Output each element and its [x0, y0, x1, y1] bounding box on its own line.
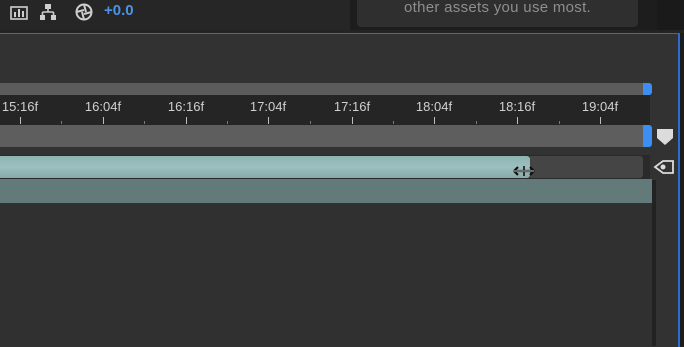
ruler-tick-label: 18:04f: [415, 99, 453, 114]
work-area-bar[interactable]: [0, 125, 644, 147]
ruler-tick-label: 16:04f: [84, 99, 122, 114]
hint-panel: other assets you use most.: [357, 0, 638, 27]
ruler-tick: [20, 117, 21, 124]
trim-cursor-icon: [513, 166, 535, 176]
work-area-end-handle[interactable]: [643, 125, 652, 147]
ruler-minor-tick: [476, 121, 477, 124]
ruler-tick-label: 17:04f: [249, 99, 287, 114]
time-navigator-end-handle[interactable]: [643, 83, 652, 95]
ruler-minor-tick: [227, 121, 228, 124]
ruler-tick-label: 16:16f: [167, 99, 205, 114]
toolbar-button-group: +0.0: [0, 0, 350, 30]
panel-edge: [680, 33, 684, 346]
ruler-minor-tick: [144, 121, 145, 124]
ruler-minor-tick: [310, 121, 311, 124]
motion-blur-icon[interactable]: [75, 3, 93, 21]
hierarchy-icon[interactable]: [39, 3, 57, 21]
ruler-minor-tick: [559, 121, 560, 124]
layer-row-selected[interactable]: [0, 179, 652, 203]
panel-divider: [652, 180, 656, 346]
current-time-indicator-icon[interactable]: [655, 128, 675, 146]
ruler-minor-tick: [393, 121, 394, 124]
panel-scroll-strip: [657, 0, 684, 30]
ruler-tick: [434, 117, 435, 124]
ruler-tick: [186, 117, 187, 124]
ruler-tick: [268, 117, 269, 124]
time-ruler[interactable]: 15:16f 16:04f 16:16f 17:04f 17:16f 18:04…: [0, 95, 650, 125]
layer-trimmed-area[interactable]: [530, 156, 643, 178]
ruler-tick-label: 15:16f: [1, 99, 39, 114]
ruler-tick: [103, 117, 104, 124]
keyframe-navigator-icon[interactable]: [653, 158, 675, 176]
ruler-tick-label: 17:16f: [333, 99, 371, 114]
offset-value[interactable]: +0.0: [104, 2, 134, 19]
layer-duration-bar[interactable]: [0, 156, 530, 178]
ruler-tick: [600, 117, 601, 124]
ruler-tick: [352, 117, 353, 124]
ruler-tick-label: 18:16f: [498, 99, 536, 114]
ruler-minor-tick: [61, 121, 62, 124]
ruler-tick: [517, 117, 518, 124]
graph-icon[interactable]: [10, 3, 28, 21]
empty-timeline-area: [0, 204, 652, 346]
hint-text: other assets you use most.: [403, 0, 592, 16]
ruler-tick-label: 19:04f: [581, 99, 619, 114]
time-navigator-bar[interactable]: [0, 83, 650, 95]
